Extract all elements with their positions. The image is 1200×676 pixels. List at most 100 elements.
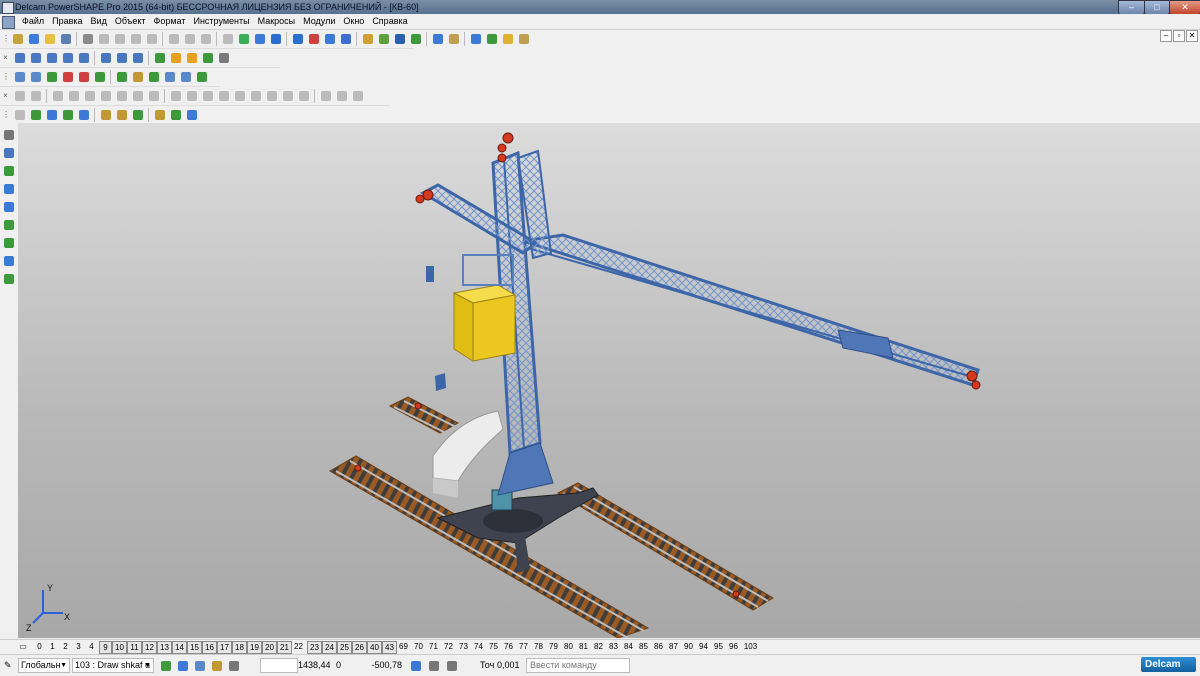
tool-button-icon[interactable] [338,31,353,46]
level-button[interactable]: 19 [247,641,262,654]
tool-button-icon[interactable] [130,50,145,65]
level-button[interactable]: 95 [712,641,725,652]
menu-object[interactable]: Объект [111,16,150,26]
close-button[interactable]: ✕ [1169,0,1200,15]
level-button[interactable]: 43 [382,641,397,654]
tool-button-icon[interactable] [60,107,75,122]
level-button[interactable]: 85 [637,641,650,652]
tool-button-icon[interactable] [114,50,129,65]
tool-button-icon[interactable] [216,88,231,103]
level-button[interactable]: 9 [99,641,112,654]
level-button[interactable]: 11 [127,641,142,654]
level-button[interactable]: 14 [172,641,187,654]
tool-button-icon[interactable] [144,31,159,46]
level-button[interactable]: 69 [397,641,410,652]
menu-edit[interactable]: Правка [48,16,86,26]
menu-tools[interactable]: Инструменты [189,16,253,26]
tool-button-icon[interactable] [232,88,247,103]
level-select[interactable]: 103 : Draw shkaf u ▼ [72,658,154,673]
toolbar-grip[interactable]: ⋮ [2,109,10,120]
tool-button-icon[interactable] [130,88,145,103]
tool-button-icon[interactable] [82,88,97,103]
tool-button-icon[interactable] [114,88,129,103]
status-tool-icon[interactable] [175,658,190,672]
tool-button-icon[interactable] [50,88,65,103]
tool-button-icon[interactable] [98,107,113,122]
tool-button-icon[interactable] [216,50,231,65]
tool-button-icon[interactable] [92,69,107,84]
tool-button-icon[interactable] [252,31,267,46]
toolbar-grip[interactable]: ⋮ [2,33,10,44]
menu-window[interactable]: Окно [339,16,368,26]
graphics-viewport[interactable]: Y X Z [18,123,1200,638]
tool-button-icon[interactable] [98,50,113,65]
tool-button-icon[interactable] [296,88,311,103]
tool-button-icon[interactable] [168,107,183,122]
menu-format[interactable]: Формат [150,16,190,26]
level-button[interactable]: 82 [592,641,605,652]
tool-button-icon[interactable] [152,50,167,65]
tool-button-icon[interactable] [500,31,515,46]
level-button[interactable]: 79 [547,641,560,652]
tool-button-icon[interactable] [28,88,43,103]
level-button[interactable]: 81 [577,641,590,652]
level-button[interactable]: 90 [682,641,695,652]
level-button[interactable]: 24 [322,641,337,654]
tool-button-icon[interactable] [430,31,445,46]
tool-button-icon[interactable] [12,69,27,84]
level-button[interactable]: 16 [202,641,217,654]
tool-button-icon[interactable] [178,69,193,84]
tool-button-icon[interactable] [268,31,283,46]
level-button[interactable]: 94 [697,641,710,652]
tool-button-icon[interactable] [322,31,337,46]
mdi-restore-button[interactable]: ▫ [1173,30,1185,42]
tool-button-icon[interactable] [334,88,349,103]
tool-button-icon[interactable] [98,88,113,103]
maximize-button[interactable]: □ [1144,0,1170,15]
ruler-icon[interactable] [444,658,459,672]
create-tool-icon[interactable] [1,235,16,250]
tool-button-icon[interactable] [392,31,407,46]
tool-button-icon[interactable] [146,69,161,84]
level-button[interactable]: 103 [742,641,759,652]
tool-button-icon[interactable] [200,88,215,103]
tool-button-icon[interactable] [168,50,183,65]
create-tool-icon[interactable] [1,199,16,214]
status-tool-icon[interactable] [209,658,224,672]
tool-button-icon[interactable] [198,31,213,46]
command-input[interactable]: Ввести команду [526,658,630,673]
tool-button-icon[interactable] [44,107,59,122]
level-button[interactable]: 22 [292,641,305,652]
tool-button-icon[interactable] [306,31,321,46]
tool-button-icon[interactable] [236,31,251,46]
tool-button-icon[interactable] [168,88,183,103]
select-tool-icon[interactable] [1,127,16,142]
level-button[interactable]: 72 [442,641,455,652]
tool-button-icon[interactable] [376,31,391,46]
tool-button-icon[interactable] [130,107,145,122]
tool-button-icon[interactable] [28,69,43,84]
tool-button-icon[interactable] [184,107,199,122]
tool-button-icon[interactable] [360,31,375,46]
tool-button-icon[interactable] [114,107,129,122]
level-button[interactable]: 73 [457,641,470,652]
tool-button-icon[interactable] [146,88,161,103]
level-button[interactable]: 12 [142,641,157,654]
tool-button-icon[interactable] [112,31,127,46]
tool-button-icon[interactable] [318,88,333,103]
tool-button-icon[interactable] [42,31,57,46]
toolbar-grip[interactable]: ⋮ [2,71,10,82]
snap-field[interactable] [260,658,298,673]
tool-button-icon[interactable] [128,31,143,46]
toolbar-close[interactable]: × [2,90,9,101]
level-button[interactable]: 2 [60,641,71,652]
tool-button-icon[interactable] [28,107,43,122]
level-button[interactable]: 78 [532,641,545,652]
level-button[interactable]: 23 [307,641,322,654]
tool-button-icon[interactable] [12,107,27,122]
level-button[interactable]: 70 [412,641,425,652]
tool-button-icon[interactable] [60,69,75,84]
tool-button-icon[interactable] [290,31,305,46]
tool-button-icon[interactable] [66,88,81,103]
menu-view[interactable]: Вид [87,16,111,26]
